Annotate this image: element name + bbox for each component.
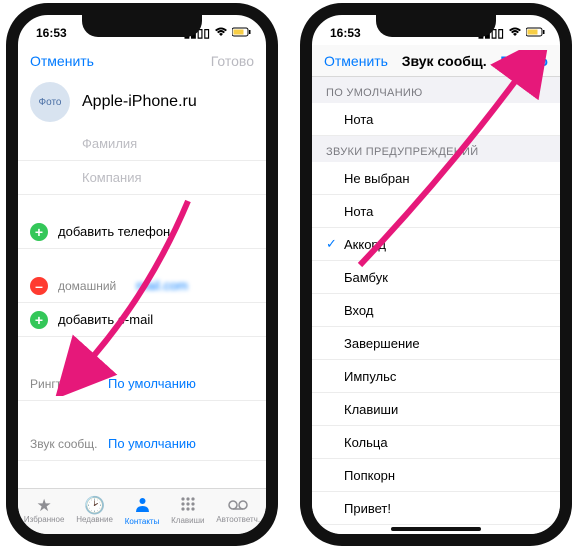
checkmark-icon: ✓ (326, 236, 344, 252)
notch (82, 15, 202, 37)
textsound-row[interactable]: Звук сообщ. По умолчанию (18, 427, 266, 461)
photo-label: Фото (39, 97, 62, 108)
tab-recents[interactable]: 🕑 Недавние (76, 497, 113, 524)
photo-button[interactable]: Фото (30, 82, 70, 122)
name-row[interactable]: Фото Apple-iPhone.ru (18, 77, 266, 127)
company-placeholder: Компания (82, 170, 142, 185)
sound-item[interactable]: Импульс (312, 360, 560, 393)
sound-item[interactable]: Бамбук (312, 261, 560, 294)
sound-item[interactable]: Привет! (312, 492, 560, 525)
sound-item[interactable]: Клавиши (312, 393, 560, 426)
add-phone-row[interactable]: + добавить телефон (18, 215, 266, 249)
keypad-icon (180, 496, 196, 515)
battery-icon (526, 26, 546, 40)
sound-name: Вход (344, 303, 546, 318)
ringtone-value: По умолчанию (108, 376, 196, 391)
tab-favorites[interactable]: ★ Избранное (24, 497, 65, 524)
company-row[interactable]: Компания (18, 161, 266, 195)
sound-item[interactable]: Нота (312, 103, 560, 136)
ringtone-row[interactable]: Рингтон По умолчанию (18, 367, 266, 401)
status-time: 16:53 (36, 26, 67, 40)
sound-item[interactable]: Нота (312, 195, 560, 228)
add-email-row[interactable]: + добавить e-mail (18, 303, 266, 337)
nav-bar: Отменить Звук сообщ. Готово (312, 45, 560, 77)
status-time: 16:53 (330, 26, 361, 40)
surname-row[interactable]: Фамилия (18, 127, 266, 161)
email-value[interactable]: mail.com (136, 278, 188, 293)
tab-label: Недавние (76, 515, 113, 524)
section-default: ПО УМОЛЧАНИЮ (312, 77, 560, 103)
person-icon (134, 496, 151, 516)
section-alerts: ЗВУКИ ПРЕДУПРЕЖДЕНИЙ (312, 136, 560, 162)
tab-voicemail[interactable]: Автоответч. (216, 497, 260, 524)
sound-item[interactable]: Не выбран (312, 162, 560, 195)
sound-name: Синтезатор (344, 534, 546, 535)
tab-contacts[interactable]: Контакты (125, 496, 160, 526)
ringtone-label: Рингтон (30, 377, 108, 391)
home-indicator[interactable] (391, 527, 481, 531)
sound-name: Бамбук (344, 270, 546, 285)
wifi-icon (508, 26, 522, 40)
tab-label: Автоответч. (216, 515, 260, 524)
cancel-button[interactable]: Отменить (30, 53, 94, 69)
tab-keypad[interactable]: Клавиши (171, 496, 204, 525)
sound-name: Завершение (344, 336, 546, 351)
sound-name: Попкорн (344, 468, 546, 483)
clock-icon: 🕑 (84, 497, 105, 514)
sound-name: Клавиши (344, 402, 546, 417)
phone-right: 16:53 ▮▮▯▯ Отменить Звук сообщ. Готово П… (300, 3, 572, 546)
textsound-label: Звук сообщ. (30, 437, 108, 451)
star-icon: ★ (37, 497, 52, 514)
nav-title: Звук сообщ. (402, 53, 487, 69)
tab-label: Клавиши (171, 516, 204, 525)
add-phone-label: добавить телефон (58, 224, 170, 239)
sound-name: Нота (344, 204, 546, 219)
phone-left: 16:53 ▮▮▯▯ Отменить Готово Фото Apple-iP… (6, 3, 278, 546)
sound-name: Не выбран (344, 171, 546, 186)
sound-name: Привет! (344, 501, 546, 516)
nav-bar: Отменить Готово (18, 45, 266, 77)
email-label[interactable]: домашний (58, 279, 136, 293)
done-button[interactable]: Готово (500, 53, 548, 69)
sound-name: Импульс (344, 369, 546, 384)
sound-item[interactable]: Кольца (312, 426, 560, 459)
plus-icon: + (30, 223, 48, 241)
sound-list-content[interactable]: ПО УМОЛЧАНИЮ Нота ЗВУКИ ПРЕДУПРЕЖДЕНИЙ Н… (312, 77, 560, 534)
sound-item[interactable]: ✓Аккорд (312, 228, 560, 261)
surname-placeholder: Фамилия (82, 136, 137, 151)
contact-name[interactable]: Apple-iPhone.ru (82, 93, 197, 111)
sound-name: Нота (344, 112, 546, 127)
tab-label: Избранное (24, 515, 65, 524)
tab-label: Контакты (125, 517, 160, 526)
plus-icon: + (30, 311, 48, 329)
tab-bar: ★ Избранное 🕑 Недавние Контакты Клавиши … (18, 488, 266, 534)
done-button[interactable]: Готово (211, 53, 254, 69)
voicemail-icon (228, 497, 248, 514)
sound-item[interactable]: Завершение (312, 327, 560, 360)
textsound-value: По умолчанию (108, 436, 196, 451)
contact-edit-content: Фото Apple-iPhone.ru Фамилия Компания + … (18, 77, 266, 488)
add-email-label: добавить e-mail (58, 312, 153, 327)
cancel-button[interactable]: Отменить (324, 53, 388, 69)
wifi-icon (214, 26, 228, 40)
notch (376, 15, 496, 37)
sound-item[interactable]: Попкорн (312, 459, 560, 492)
sound-item[interactable]: Вход (312, 294, 560, 327)
battery-icon (232, 26, 252, 40)
sound-name: Аккорд (344, 237, 546, 252)
sound-name: Кольца (344, 435, 546, 450)
minus-icon[interactable]: – (30, 277, 48, 295)
email-row[interactable]: – домашний mail.com (18, 269, 266, 303)
